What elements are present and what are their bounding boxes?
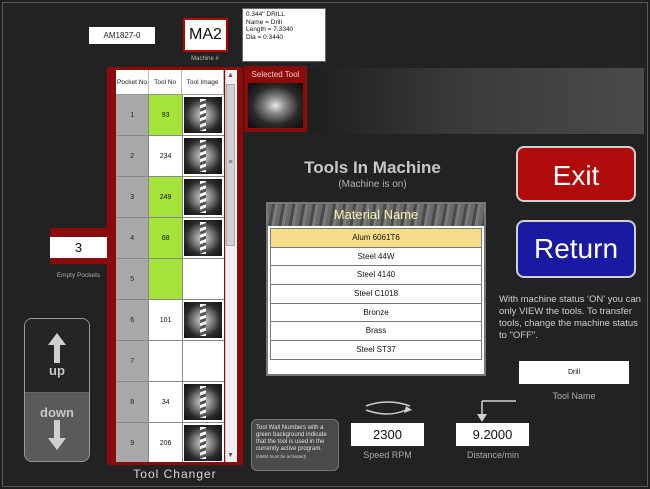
- pocket-number: 5: [116, 259, 150, 299]
- tool-image-cell: [182, 218, 224, 258]
- tool-image-cell: [182, 300, 224, 340]
- feed-direction-icon: [477, 400, 516, 422]
- tool-info-box: 0.344" DRILL Name = Drill Length = 7.334…: [242, 8, 326, 62]
- arrow-down-icon: [48, 419, 66, 450]
- machine-number-field[interactable]: MA2: [183, 18, 228, 52]
- tool-image-cell: [182, 341, 224, 381]
- pocket-number: 3: [116, 177, 150, 217]
- tool-name-field[interactable]: Drill: [519, 361, 629, 384]
- page-title: Tools In Machine: [304, 158, 441, 177]
- table-header: Pocket No Tool No Tool Image: [116, 70, 224, 95]
- page-subtitle: (Machine is on): [338, 179, 407, 190]
- tool-number: 101: [149, 300, 183, 340]
- tool-number: [149, 341, 183, 381]
- tool-number: 206: [149, 423, 183, 462]
- exit-button[interactable]: Exit: [516, 146, 636, 202]
- tool-changer-title: Tool Changer: [133, 467, 217, 481]
- tool-info-line: 0.344" DRILL: [246, 11, 285, 18]
- table-row[interactable]: 9 206: [116, 423, 224, 462]
- tool-image-cell: [182, 177, 224, 217]
- empty-pockets-label: Empty Pockets: [56, 272, 101, 279]
- tool-image: [184, 97, 223, 133]
- header-strip: [308, 68, 644, 134]
- distance-field[interactable]: 9.2000: [456, 423, 529, 446]
- table-row[interactable]: 8 34: [116, 382, 224, 423]
- table-row[interactable]: 5: [116, 259, 224, 300]
- material-item[interactable]: Steel 44W: [270, 247, 482, 267]
- tool-number: 68: [149, 218, 183, 258]
- pocket-number: 2: [116, 136, 150, 176]
- pocket-number: 4: [116, 218, 150, 258]
- tip-box: Tool Wall Numbers with a green backgroun…: [251, 419, 339, 471]
- table-row[interactable]: 3 249: [116, 177, 224, 218]
- pocket-number: 8: [116, 382, 150, 422]
- table-body: 1 93 2 234 3 249 4 68 5 6 101 7 8 34 9 206: [116, 95, 224, 462]
- material-item[interactable]: Steel C1018: [270, 285, 482, 304]
- column-header-tool: Tool No: [149, 70, 183, 94]
- material-list: Alum 6061T6 Steel 44W Steel 4140 Steel C101…: [270, 228, 482, 360]
- scroll-grip-icon: ≡: [228, 159, 233, 166]
- tool-number: 234: [149, 136, 183, 176]
- column-header-pocket: Pocket No: [116, 70, 150, 94]
- tool-image: [184, 138, 223, 174]
- table-row[interactable]: 1 93: [116, 95, 224, 136]
- tool-info-line: Name = Drill: [246, 18, 282, 26]
- up-label: up: [49, 363, 65, 378]
- column-header-image: Tool Image: [182, 70, 224, 94]
- part-number-field[interactable]: AM1827-0: [89, 27, 155, 44]
- tool-info-line: Dia = 0.3440: [246, 33, 284, 41]
- pocket-number: 1: [116, 95, 150, 135]
- material-header: Material Name: [268, 204, 484, 226]
- tool-image: [184, 425, 223, 461]
- tool-image: [184, 384, 223, 420]
- pocket-number: 6: [116, 300, 150, 340]
- speed-field[interactable]: 2300: [351, 423, 424, 446]
- tool-image-cell: [182, 423, 224, 462]
- distance-label: Distance/min: [466, 450, 520, 460]
- table-row[interactable]: 7: [116, 341, 224, 382]
- tool-number: 249: [149, 177, 183, 217]
- down-button[interactable]: down: [25, 393, 89, 461]
- tool-image: [184, 302, 223, 338]
- tool-info-line: Length = 7.3340: [246, 26, 294, 33]
- material-item[interactable]: Steel ST37: [270, 341, 482, 360]
- tool-image: [184, 220, 223, 256]
- tool-changer-table: Pocket No Tool No Tool Image 1 93 2 234 3 249…: [116, 70, 224, 462]
- return-button[interactable]: Return: [516, 220, 636, 278]
- tool-number: [149, 259, 183, 299]
- tool-image-cell: [182, 259, 224, 299]
- rotation-icon: [365, 401, 412, 415]
- tool-image-cell: [182, 136, 224, 176]
- material-item[interactable]: Brass: [270, 322, 482, 342]
- arrow-up-icon: [48, 333, 66, 363]
- table-row[interactable]: 6 101: [116, 300, 224, 341]
- selected-tool-label: Selected Tool: [251, 70, 300, 79]
- tool-number: 93: [149, 95, 183, 135]
- tool-number: 34: [149, 382, 183, 422]
- speed-label: Speed RPM: [363, 450, 412, 460]
- scroll-up-arrow[interactable]: ▲: [225, 70, 236, 82]
- material-item[interactable]: Bronze: [270, 303, 482, 323]
- table-row[interactable]: 2 234: [116, 136, 224, 177]
- scroll-down-arrow[interactable]: ▼: [225, 450, 236, 462]
- status-notice: With machine status 'ON' you can only VI…: [499, 294, 641, 341]
- up-down-control: up down: [24, 318, 90, 462]
- empty-pockets-count: 3: [50, 237, 107, 258]
- machine-number-label: Machine #: [191, 56, 219, 62]
- tool-image-cell: [182, 95, 224, 135]
- selected-tool-image: [248, 83, 303, 128]
- tool-name-label: Tool Name: [552, 391, 596, 401]
- pocket-number: 7: [116, 341, 150, 381]
- tip-note: (NMM must be activated): [256, 454, 307, 459]
- material-item[interactable]: Alum 6061T6: [270, 228, 482, 248]
- tip-text: Tool Wall Numbers with a green backgroun…: [256, 425, 327, 452]
- material-item[interactable]: Steel 4140: [270, 266, 482, 286]
- tool-image: [184, 179, 223, 215]
- pocket-number: 9: [116, 423, 150, 462]
- up-button[interactable]: up: [25, 319, 89, 393]
- tool-image-cell: [182, 382, 224, 422]
- down-label: down: [40, 404, 74, 420]
- table-row[interactable]: 4 68: [116, 218, 224, 259]
